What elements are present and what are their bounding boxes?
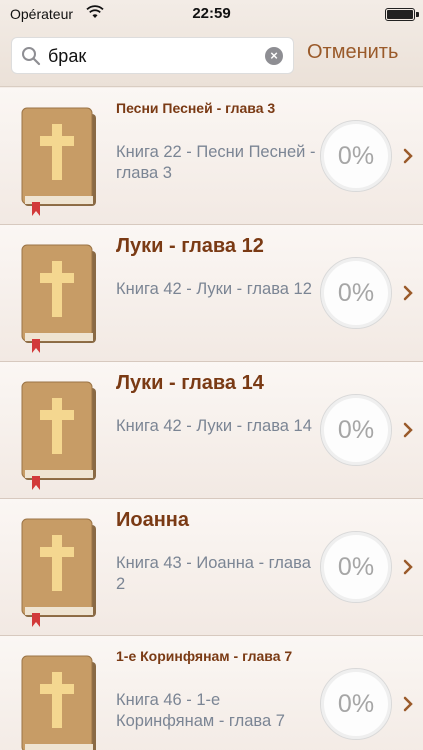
results-list: Песни Песней - глава 3 Книга 22 - Песни …	[0, 88, 423, 750]
result-row[interactable]: Иоанна Книга 43 - Иоанна - глава 2 0%	[0, 499, 423, 636]
progress-circle: 0%	[320, 531, 392, 603]
chevron-right-icon	[403, 285, 413, 301]
bible-book-icon	[21, 244, 96, 353]
result-subtitle: Книга 43 - Иоанна - глава 2	[116, 554, 311, 593]
battery-tip	[416, 12, 419, 17]
result-subtitle: Книга 46 - 1-е Коринфянам - глава 7	[116, 691, 285, 730]
result-title: 1-е Коринфянам - глава 7	[116, 648, 293, 664]
result-subtitle: Книга 42 - Луки - глава 14	[116, 417, 312, 435]
bible-book-icon	[21, 381, 96, 490]
chevron-right-icon	[403, 559, 413, 575]
progress-circle: 0%	[320, 257, 392, 329]
result-row[interactable]: 1-е Коринфянам - глава 7 Книга 46 - 1-е …	[0, 636, 423, 750]
bible-book-icon	[21, 655, 96, 750]
status-bar: Opérateur 22:59	[0, 0, 423, 30]
status-time: 22:59	[192, 5, 231, 22]
bible-book-icon	[21, 518, 96, 627]
result-row[interactable]: Луки - глава 12 Книга 42 - Луки - глава …	[0, 225, 423, 362]
battery-icon	[385, 8, 415, 21]
result-subtitle: Книга 42 - Луки - глава 12	[116, 280, 312, 298]
progress-circle: 0%	[320, 668, 392, 740]
search-input[interactable]	[48, 42, 258, 70]
bible-book-icon	[21, 107, 96, 216]
cancel-button[interactable]: Отменить	[307, 41, 398, 69]
chevron-right-icon	[403, 148, 413, 164]
result-subtitle: Книга 22 - Песни Песней - глава 3	[116, 143, 316, 182]
chevron-right-icon	[403, 422, 413, 438]
result-title: Луки - глава 14	[116, 372, 264, 394]
result-title: Иоанна	[116, 509, 189, 531]
progress-circle: 0%	[320, 120, 392, 192]
search-field[interactable]: ×	[11, 37, 294, 74]
chevron-right-icon	[403, 696, 413, 712]
result-row[interactable]: Луки - глава 14 Книга 42 - Луки - глава …	[0, 362, 423, 499]
search-icon	[22, 47, 41, 66]
result-title: Песни Песней - глава 3	[116, 100, 276, 116]
progress-circle: 0%	[320, 394, 392, 466]
result-row[interactable]: Песни Песней - глава 3 Книга 22 - Песни …	[0, 88, 423, 225]
result-title: Луки - глава 12	[116, 235, 264, 257]
top-bar: Opérateur 22:59 × Отменить	[0, 0, 423, 87]
clear-icon[interactable]: ×	[265, 47, 283, 65]
